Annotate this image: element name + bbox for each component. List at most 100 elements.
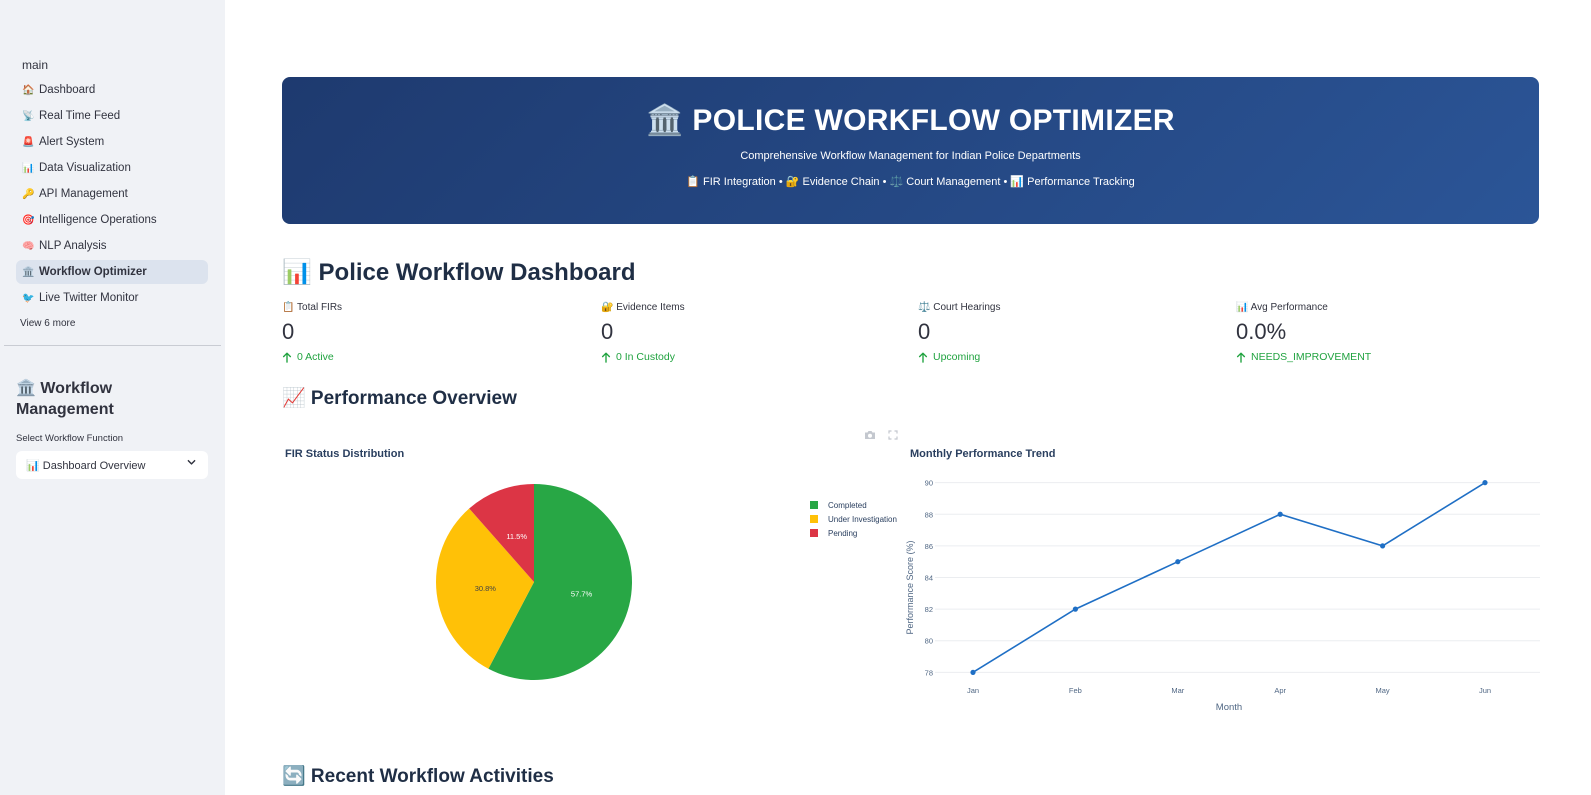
sidebar: main 🏠 Dashboard 📡 Real Time Feed 🚨 Alert Sys… <box>0 0 225 795</box>
sidebar-item-live-twitter-monitor[interactable]: 🐦 Live Twitter Monitor <box>16 286 208 310</box>
bird-icon: 🐦 <box>22 292 35 304</box>
sidebar-item-nlp-analysis[interactable]: 🧠 NLP Analysis <box>16 234 208 258</box>
legend-label: Under Investigation <box>828 514 897 524</box>
y-tick-label: 78 <box>925 668 933 677</box>
workflow-select-value: 📊 Dashboard Overview <box>26 459 146 472</box>
building-icon: 🏛️ <box>22 266 35 278</box>
legend-item[interactable]: Under Investigation <box>810 512 897 526</box>
brain-icon: 🧠 <box>22 240 35 252</box>
sidebar-item-label: Real Time Feed <box>39 110 121 122</box>
pie-slice-label: 30.8% <box>475 584 497 593</box>
chevron-down-icon <box>187 459 196 465</box>
house-icon: 🏠 <box>22 84 35 96</box>
x-tick-label: Jun <box>1479 686 1491 695</box>
sidebar-item-label: Workflow Optimizer <box>39 266 147 278</box>
arrow-up-icon <box>601 352 611 363</box>
sidebar-item-label: Dashboard <box>39 84 96 96</box>
sidebar-item-real-time-feed[interactable]: 📡 Real Time Feed <box>16 104 208 128</box>
nav-section-label: main <box>22 58 49 72</box>
metric-label: 📊 Avg Performance <box>1236 302 1328 313</box>
legend-item[interactable]: Completed <box>810 498 897 512</box>
metric-value: 0.0% <box>1236 319 1287 344</box>
metric-value: 0 <box>601 319 614 344</box>
siren-icon: 🚨 <box>22 136 35 148</box>
hero-title: 🏛️ POLICE WORKFLOW OPTIMIZER <box>646 104 1175 137</box>
y-tick-label: 90 <box>925 479 933 488</box>
data-point[interactable] <box>1380 543 1386 549</box>
sidebar-item-api-management[interactable]: 🔑 API Management <box>16 182 208 206</box>
target-icon: 🎯 <box>22 214 35 226</box>
pie-legend: Completed Under Investigation Pending <box>810 498 897 540</box>
y-tick-label: 82 <box>925 605 933 614</box>
pie-slice-label: 11.5% <box>506 532 527 541</box>
metric-delta: Upcoming <box>918 351 1000 363</box>
metric-delta-text: 0 In Custody <box>616 351 675 363</box>
arrow-up-icon <box>282 352 292 363</box>
view-more-link[interactable]: View 6 more <box>20 318 75 329</box>
sidebar-item-dashboard[interactable]: 🏠 Dashboard <box>16 78 208 102</box>
metric-value: 0 <box>918 319 931 344</box>
data-point[interactable] <box>1072 606 1078 612</box>
metric-total-firs: 📋 Total FIRs 0 0 Active <box>282 302 342 363</box>
y-tick-label: 80 <box>925 637 933 646</box>
x-tick-label: Mar <box>1171 686 1184 695</box>
arrow-up-icon <box>918 352 928 363</box>
bar-chart-icon: 📊 <box>22 162 35 174</box>
sidebar-item-label: Data Visualization <box>39 162 131 174</box>
metric-delta-text: Upcoming <box>933 351 981 363</box>
monthly-performance-line-chart: 78 80 82 84 86 88 90 Jan Feb Mar Apr May Jun Month Per… <box>905 479 1540 713</box>
sidebar-nav: 🏠 Dashboard 📡 Real Time Feed 🚨 Alert System 📊 D… <box>16 78 208 312</box>
metric-label: ⚖️ Court Hearings <box>918 302 1001 313</box>
recent-activities-heading: 🔄 Recent Workflow Activities <box>282 766 554 787</box>
sidebar-item-label: API Management <box>39 188 128 200</box>
x-axis-title: Month <box>1216 702 1242 713</box>
legend-label: Pending <box>828 528 858 538</box>
legend-item[interactable]: Pending <box>810 526 897 540</box>
app-root: main 🏠 Dashboard 📡 Real Time Feed 🚨 Alert Sys… <box>0 0 1591 795</box>
arrow-up-icon <box>1236 352 1246 363</box>
y-tick-label: 84 <box>925 574 933 583</box>
metric-court-hearings: ⚖️ Court Hearings 0 Upcoming <box>918 302 1000 363</box>
key-icon: 🔑 <box>22 188 35 200</box>
metric-delta: 0 Active <box>282 351 342 363</box>
sidebar-item-label: Intelligence Operations <box>39 214 157 226</box>
sidebar-item-label: Live Twitter Monitor <box>39 292 139 304</box>
data-point[interactable] <box>1175 559 1181 565</box>
fir-status-pie-chart: 57.7% 30.8% 11.5% <box>436 484 632 680</box>
sidebar-item-alert-system[interactable]: 🚨 Alert System <box>16 130 208 154</box>
sidebar-item-label: Alert System <box>39 136 105 148</box>
metric-delta: 0 In Custody <box>601 351 685 363</box>
dashboard-heading: 📊 Police Workflow Dashboard <box>282 259 636 286</box>
sidebar-item-data-visualization[interactable]: 📊 Data Visualization <box>16 156 208 180</box>
pie-slice-label: 57.7% <box>571 590 593 599</box>
hero-subtitle: Comprehensive Workflow Management for In… <box>740 150 1081 162</box>
metric-evidence-items: 🔐 Evidence Items 0 0 In Custody <box>601 302 685 363</box>
y-tick-label: 86 <box>925 542 933 551</box>
sidebar-divider <box>4 345 221 346</box>
legend-label: Completed <box>828 500 867 510</box>
fullscreen-icon[interactable] <box>888 430 898 440</box>
metric-label: 🔐 Evidence Items <box>601 302 685 313</box>
data-point[interactable] <box>970 669 976 675</box>
line-chart-title: Monthly Performance Trend <box>910 448 1056 460</box>
metric-delta-text: 0 Active <box>297 351 334 363</box>
satellite-icon: 📡 <box>22 110 35 122</box>
sidebar-item-workflow-optimizer[interactable]: 🏛️ Workflow Optimizer <box>16 260 208 284</box>
data-point[interactable] <box>1277 511 1283 517</box>
x-tick-label: Feb <box>1069 686 1082 695</box>
legend-swatch <box>810 515 818 523</box>
x-tick-label: Jan <box>967 686 979 695</box>
sidebar-item-label: NLP Analysis <box>39 240 107 252</box>
select-workflow-label: Select Workflow Function <box>16 433 124 444</box>
data-point[interactable] <box>1482 480 1488 486</box>
y-axis-title: Performance Score (%) <box>905 540 915 634</box>
workflow-function-select[interactable]: 📊 Dashboard Overview <box>16 451 208 479</box>
x-tick-label: May <box>1376 686 1390 695</box>
camera-icon[interactable] <box>864 430 876 440</box>
performance-overview-heading: 📈 Performance Overview <box>282 388 517 409</box>
sidebar-item-intelligence-operations[interactable]: 🎯 Intelligence Operations <box>16 208 208 232</box>
workflow-management-title: 🏛️ Workflow Management <box>16 380 114 418</box>
y-tick-label: 88 <box>925 510 933 519</box>
hero-features: 📋 FIR Integration • 🔐 Evidence Chain • ⚖… <box>686 176 1135 188</box>
legend-swatch <box>810 501 818 509</box>
